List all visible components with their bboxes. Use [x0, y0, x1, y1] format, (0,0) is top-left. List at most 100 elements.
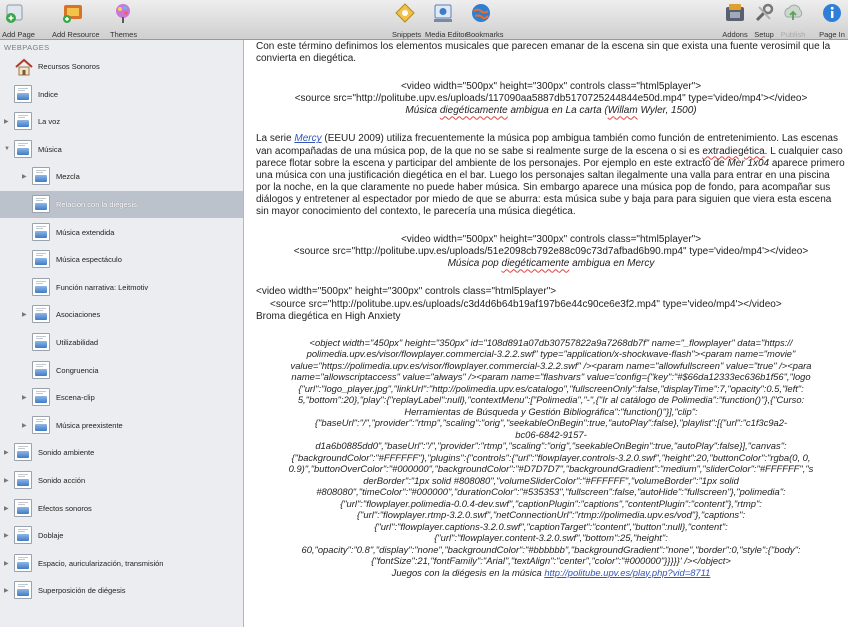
- add-resource-button[interactable]: Add Resource: [52, 2, 100, 39]
- sidebar-item[interactable]: Recursos Sonoros: [0, 53, 243, 80]
- publish-button[interactable]: Publish: [780, 2, 806, 39]
- object-code-line: {"url":"flowplayer.polimedia-0.0.4-dev.s…: [340, 497, 762, 509]
- disclosure-closed-icon[interactable]: ▶: [4, 118, 9, 125]
- disclosure-open-icon[interactable]: ▼: [4, 146, 10, 152]
- snippets-label: Snippets: [392, 30, 422, 39]
- sidebar-item-label: Recursos Sonoros: [38, 62, 100, 71]
- sidebar-item[interactable]: Música espectáculo: [0, 246, 243, 273]
- add-resource-label: Add Resource: [52, 30, 100, 39]
- object-code-line: {"url":"logo_player.jpg","linkUrl":"http…: [298, 382, 804, 394]
- sidebar-item-label: Escena-clip: [56, 393, 95, 403]
- disclosure-closed-icon[interactable]: ▶: [4, 505, 9, 512]
- video-3-tag: <video width="500px" height="300px" cont…: [256, 286, 557, 298]
- object-code-line: #808080","timeColor":"#000000","duration…: [316, 486, 786, 498]
- media-editor-icon: [432, 2, 454, 24]
- page-icon: [32, 388, 50, 407]
- sidebar-item[interactable]: Música extendida: [0, 219, 243, 246]
- page-icon: [14, 84, 32, 103]
- page-icon: [14, 526, 32, 545]
- sidebar-item[interactable]: Indice: [0, 81, 243, 108]
- bookmarks-label: Bookmarks: [466, 30, 504, 39]
- object-code-line: {"fontSize":21,"fontFamily":"Arial","tex…: [371, 555, 731, 567]
- disclosure-closed-icon[interactable]: ▶: [22, 422, 27, 429]
- page-info-button[interactable]: Page In: [818, 2, 846, 39]
- bookmarks-button[interactable]: Bookmarks: [466, 2, 504, 39]
- add-page-icon: [4, 2, 26, 24]
- home-icon: [14, 57, 33, 76]
- sidebar-item-label: Espacio, auricularización, transmisión: [38, 558, 164, 568]
- sidebar-item[interactable]: ▶ Asociaciones: [0, 301, 243, 328]
- intro-paragraph: Con este término definimos los elementos…: [256, 41, 831, 65]
- disclosure-closed-icon[interactable]: ▶: [4, 560, 9, 567]
- themes-icon: [112, 2, 134, 24]
- object-code-line: <object width="450px" height="350px" id=…: [309, 336, 793, 348]
- object-code-line: 0.9)","buttonOverColor":"#000000","backg…: [288, 463, 814, 475]
- sidebar-item[interactable]: ▶ La voz: [0, 108, 243, 135]
- object-code-line: 5,"bottom":20},"play":{"replayLabel":nul…: [297, 394, 805, 406]
- setup-button[interactable]: Setup: [752, 2, 776, 39]
- page-info-label: Page In: [819, 30, 845, 39]
- politube-link[interactable]: http://politube.upv.es/play.php?vid=8711: [544, 567, 710, 578]
- video-3-caption: Broma diegética en High Anxiety: [256, 310, 401, 322]
- add-page-button[interactable]: Add Page: [2, 2, 35, 39]
- disclosure-closed-icon[interactable]: ▶: [22, 311, 27, 318]
- sidebar-item[interactable]: ▶ Superposición de diégesis: [0, 577, 243, 604]
- mercy-paragraph: La serie Mercy (EEUU 2009) utiliza frecu…: [248, 133, 848, 218]
- sidebar-item-label: Sonido ambiente: [38, 448, 95, 458]
- object-code-line: {"url":"flowplayer.captions-3.2.0.swf","…: [374, 520, 728, 532]
- sidebar-item-label: Música: [38, 144, 62, 154]
- episode-ref: Mer 1x04: [727, 157, 770, 169]
- themes-button[interactable]: Themes: [110, 2, 137, 39]
- object-code-line: {"url":"flowplayer.rtmp-3.2.0.swf","netC…: [356, 509, 746, 521]
- page-icon: [14, 139, 32, 158]
- caption-text: Juegos con la diégesis en la música: [391, 566, 545, 578]
- sidebar-item-label: Indice: [38, 89, 59, 99]
- sidebar-item[interactable]: ▶ Escena-clip: [0, 384, 243, 411]
- sidebar-item[interactable]: ▶ Espacio, auricularización, transmisión: [0, 550, 243, 577]
- page-icon: [14, 443, 32, 462]
- mercy-link[interactable]: Mercy: [294, 133, 321, 144]
- disclosure-closed-icon[interactable]: ▶: [4, 477, 9, 484]
- sidebar-item[interactable]: Función narrativa: Leitmotiv: [0, 274, 243, 301]
- sidebar-item[interactable]: ▶ Sonido acción: [0, 467, 243, 494]
- setup-label: Setup: [754, 30, 774, 39]
- disclosure-closed-icon[interactable]: ▶: [4, 449, 9, 456]
- disclosure-closed-icon[interactable]: ▶: [4, 532, 9, 539]
- sidebar-item[interactable]: ▶ Sonido ambiente: [0, 439, 243, 466]
- sidebar-item-label: Utilizabilidad: [56, 338, 99, 347]
- object-code: <object width="450px" height="350px" id=…: [256, 337, 846, 567]
- sidebar-item[interactable]: ▶ Doblaje: [0, 522, 243, 549]
- sidebar-item[interactable]: Congruencia: [0, 357, 243, 384]
- sidebar-item-label: Doblaje: [38, 531, 64, 541]
- caption-text: ambigua en La carta (: [507, 105, 608, 117]
- video-embed-2: <video width="500px" height="300px" cont…: [248, 234, 848, 270]
- page-icon: [32, 415, 50, 434]
- page-icon: [32, 167, 50, 186]
- bookmarks-icon: [470, 2, 492, 24]
- sidebar-item-label: Música espectáculo: [56, 255, 122, 265]
- addons-button[interactable]: Addons: [722, 2, 748, 39]
- sidebar-item[interactable]: Utilizabilidad: [0, 329, 243, 356]
- object-code-line: {"backgroundColor":"#FFFFFF"},"plugins":…: [291, 451, 811, 463]
- setup-icon: [753, 2, 775, 24]
- sidebar-item-label: Asociaciones: [56, 310, 101, 320]
- sidebar-item[interactable]: ▶ Mezcla: [0, 163, 243, 190]
- paragraph-text: La serie: [256, 133, 295, 145]
- video-1-tag: <video width="500px" height="300px" cont…: [400, 81, 702, 93]
- add-page-label: Add Page: [2, 30, 35, 39]
- sidebar-item[interactable]: Relación con la diégesis: [0, 191, 243, 218]
- snippets-button[interactable]: Snippets: [392, 2, 422, 39]
- publish-icon: [782, 2, 804, 24]
- page-icon: [32, 250, 50, 269]
- disclosure-closed-icon[interactable]: ▶: [22, 173, 27, 180]
- page-content[interactable]: Con este término definimos los elementos…: [248, 41, 848, 627]
- disclosure-closed-icon[interactable]: ▶: [22, 394, 27, 401]
- sidebar-item[interactable]: ▼ Música: [0, 136, 243, 163]
- disclosure-closed-icon[interactable]: ▶: [4, 587, 9, 594]
- page-icon: [32, 195, 50, 213]
- sidebar-item[interactable]: ▶ Música preexistente: [0, 412, 243, 439]
- object-code-line: d1a6b0885dd0","baseUrl":"/","provider":"…: [315, 440, 787, 452]
- object-code-line: value="https://polimedia.upv.es/visor/fl…: [290, 359, 812, 371]
- sidebar-item[interactable]: ▶ Efectos sonoros: [0, 495, 243, 522]
- media-editor-button[interactable]: Media Editor: [425, 2, 467, 39]
